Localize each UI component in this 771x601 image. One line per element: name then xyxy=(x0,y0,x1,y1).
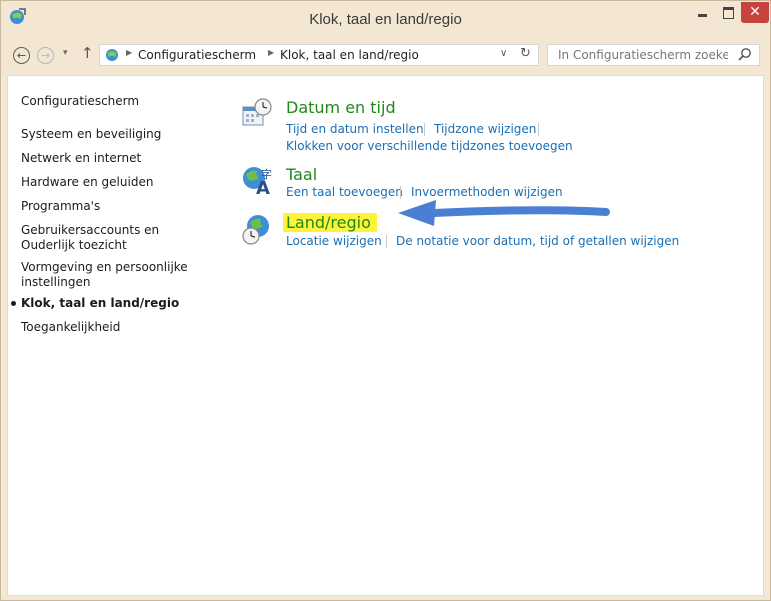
category-title-region[interactable]: Land/regio xyxy=(283,213,377,232)
sidebar-item-user-accounts[interactable]: Gebruikersaccounts en Ouderlijk toezicht xyxy=(21,223,181,253)
content-pane: Configuratiescherm Systeem en beveiligin… xyxy=(7,75,764,596)
breadcrumb-separator: ▶ xyxy=(268,48,275,57)
search-icon[interactable] xyxy=(736,46,754,64)
link-separator xyxy=(424,123,425,136)
navigation-bar: ← → ▾ ↑ ▶ Configuratiescherm ▶ Klok, taa… xyxy=(1,37,770,75)
link-add-clocks[interactable]: Klokken voor verschillende tijdzones toe… xyxy=(286,139,573,153)
address-bar[interactable]: ▶ Configuratiescherm ▶ Klok, taal en lan… xyxy=(99,44,539,66)
chevron-down-icon[interactable]: ∨ xyxy=(500,48,507,59)
recent-locations-button[interactable]: ▾ xyxy=(63,48,68,58)
link-separator xyxy=(538,123,539,136)
sidebar-item-accessibility[interactable]: Toegankelijkheid xyxy=(21,320,221,335)
refresh-icon[interactable]: ↻ xyxy=(520,46,531,61)
annotation-arrow xyxy=(398,200,610,226)
title-bar: Klok, taal en land/regio ✕ xyxy=(1,1,770,37)
back-button[interactable]: ← xyxy=(13,47,30,64)
link-change-date-time-number-formats[interactable]: De notatie voor datum, tijd of getallen … xyxy=(396,234,679,248)
window-title: Klok, taal en land/regio xyxy=(309,11,462,28)
category-title-date-time[interactable]: Datum en tijd xyxy=(286,98,396,117)
sidebar-item-hardware-sound[interactable]: Hardware en geluiden xyxy=(21,175,221,190)
link-change-time-zone[interactable]: Tijdzone wijzigen xyxy=(434,122,536,136)
maximize-button[interactable] xyxy=(715,2,741,23)
category-title-language[interactable]: Taal xyxy=(286,165,317,184)
breadcrumb-control-panel[interactable]: Configuratiescherm xyxy=(138,48,256,62)
control-panel-window: Klok, taal en land/regio ✕ ← → ▾ ↑ ▶ Con… xyxy=(0,0,771,601)
language-globe-icon[interactable]: A 字 xyxy=(241,164,273,196)
link-change-location[interactable]: Locatie wijzigen xyxy=(286,234,382,248)
close-button[interactable]: ✕ xyxy=(741,2,769,23)
svg-text:字: 字 xyxy=(261,167,272,181)
sidebar-item-clock-language-region[interactable]: Klok, taal en land/regio xyxy=(11,296,221,311)
sidebar-item-label: Klok, taal en land/regio xyxy=(21,296,180,310)
search-box xyxy=(547,44,760,66)
close-icon: ✕ xyxy=(749,4,761,20)
sidebar-item-appearance[interactable]: Vormgeving en persoonlijke instellingen xyxy=(21,260,201,290)
up-button[interactable]: ↑ xyxy=(81,44,94,62)
sidebar-item-programs[interactable]: Programma's xyxy=(21,199,221,214)
breadcrumb-clock-language-region[interactable]: Klok, taal en land/regio xyxy=(280,48,419,62)
highlighted-region-title: Land/regio xyxy=(283,213,377,232)
control-panel-icon xyxy=(106,49,118,61)
calendar-clock-icon[interactable] xyxy=(241,97,273,129)
active-bullet xyxy=(11,301,16,306)
link-add-language[interactable]: Een taal toevoegen xyxy=(286,185,403,199)
minimize-button[interactable] xyxy=(689,2,715,23)
breadcrumb-separator: ▶ xyxy=(126,48,133,57)
globe-clock-icon[interactable] xyxy=(241,213,273,245)
forward-button[interactable]: → xyxy=(37,47,54,64)
link-separator xyxy=(386,235,387,248)
sidebar-item-system-security[interactable]: Systeem en beveiliging xyxy=(21,127,221,142)
sidebar-item-network-internet[interactable]: Netwerk en internet xyxy=(21,151,221,166)
sidebar-item-control-panel[interactable]: Configuratiescherm xyxy=(21,94,221,109)
search-input[interactable] xyxy=(548,45,728,65)
link-set-time-date[interactable]: Tijd en datum instellen xyxy=(286,122,424,136)
